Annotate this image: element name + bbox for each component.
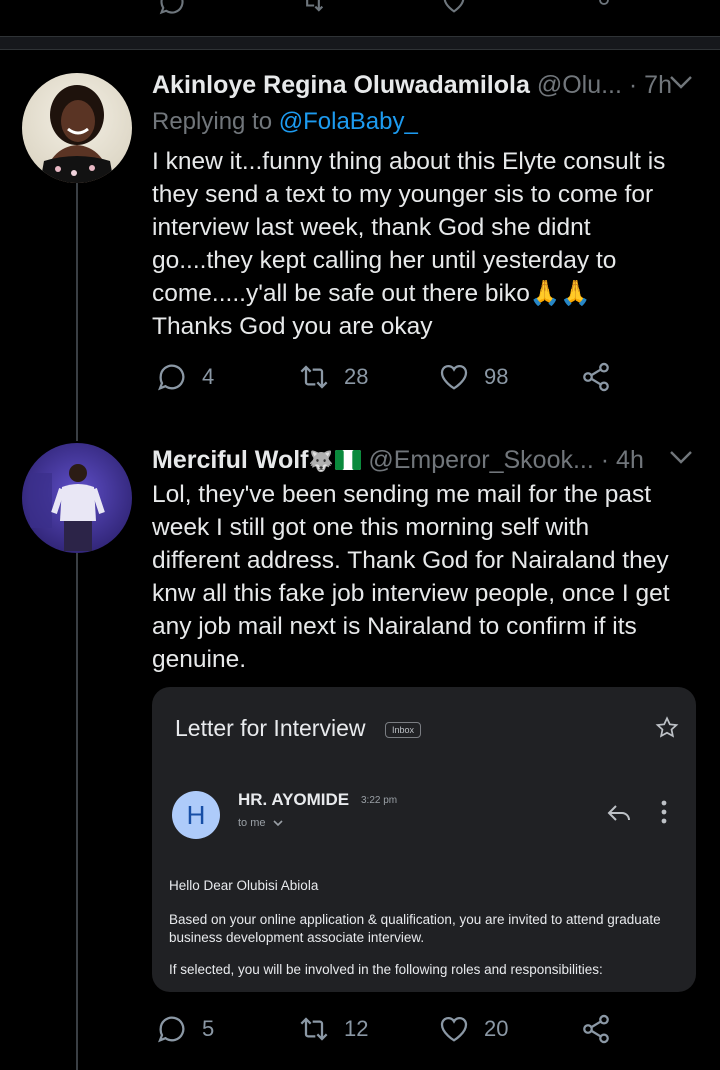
share-icon — [583, 1014, 609, 1044]
like-count: 98 — [484, 364, 509, 389]
inbox-label: Inbox — [385, 722, 422, 738]
tweet-actions: 5 12 20 — [152, 1013, 622, 1053]
reply-button[interactable]: 4 — [156, 361, 214, 393]
share-icon[interactable] — [592, 0, 616, 12]
retweet-count: 12 — [344, 1016, 369, 1041]
replying-prefix: Replying to — [152, 108, 273, 135]
display-name[interactable]: Akinloye Regina Oluwadamilola — [152, 71, 530, 99]
email-time: 3:22 pm — [361, 795, 398, 806]
share-icon — [583, 362, 609, 392]
star-icon — [655, 716, 679, 738]
heart-icon — [440, 365, 468, 390]
heart-icon — [440, 1017, 468, 1042]
reply-arrow-icon — [607, 805, 630, 821]
email-subject: Letter for Interview — [175, 715, 366, 741]
email-paragraph: Based on your online application & quali… — [169, 912, 661, 945]
avatar[interactable] — [22, 443, 132, 553]
retweet-button[interactable]: 28 — [298, 361, 368, 393]
previous-tweet-actions — [0, 0, 720, 36]
tweet-text: I knew it...funny thing about this Elyte… — [152, 148, 666, 340]
timestamp[interactable]: · 7h — [629, 71, 672, 99]
more-vertical-icon — [661, 800, 667, 824]
mention-link[interactable]: @FolaBaby_ — [279, 108, 418, 135]
tweet-actions: 4 28 98 — [152, 361, 622, 401]
to-me-label: to me — [238, 817, 266, 829]
reply-count: 4 — [202, 364, 215, 389]
timestamp[interactable]: · 4h — [601, 446, 644, 474]
like-count: 20 — [484, 1016, 509, 1041]
thread-line — [76, 183, 78, 441]
like-button[interactable]: 98 — [438, 361, 508, 393]
retweet-count: 28 — [344, 364, 369, 389]
email-paragraph: If selected, you will be involved in the… — [169, 962, 603, 977]
replying-to: Replying to @FolaBaby_ — [152, 108, 418, 136]
like-icon[interactable] — [440, 0, 468, 16]
reply-button[interactable]: 5 — [156, 1013, 214, 1045]
tweet-header: Akinloye Regina Oluwadamilola @Olu... · … — [152, 71, 672, 100]
sender-name: HR. AYOMIDE — [238, 790, 350, 809]
chevron-down-icon[interactable] — [668, 72, 694, 98]
chevron-down-icon[interactable] — [668, 447, 694, 473]
tweet-text: Lol, they've been sending me mail for th… — [152, 481, 670, 673]
email-greeting: Hello Dear Olubisi Abiola — [169, 878, 319, 893]
recipient: to me — [238, 817, 284, 829]
retweet-icon — [300, 365, 328, 389]
retweet-icon — [300, 1017, 328, 1041]
chevron-down-icon — [272, 820, 283, 827]
attached-image[interactable]: Letter for Interview Inbox H HR. AYOMIDE… — [152, 687, 696, 992]
nigeria-flag-icon — [335, 450, 362, 470]
tweet-header: Merciful Wolf🐺 @Emperor_Skook... · 4h — [152, 446, 644, 475]
retweet-button[interactable]: 12 — [298, 1013, 368, 1045]
like-button[interactable]: 20 — [438, 1013, 508, 1045]
sender-avatar: H — [172, 791, 220, 839]
retweet-icon[interactable] — [298, 0, 328, 16]
username-handle[interactable]: @Emperor_Skook... — [368, 446, 593, 474]
thread-line — [76, 553, 78, 1070]
avatar[interactable] — [22, 73, 132, 183]
reply-icon[interactable] — [158, 0, 186, 16]
reply-icon — [158, 1016, 185, 1043]
wolf-emoji: 🐺 — [308, 451, 334, 473]
username-handle[interactable]: @Olu... — [537, 71, 622, 99]
section-separator — [0, 36, 720, 50]
display-name[interactable]: Merciful Wolf — [152, 446, 308, 474]
reply-count: 5 — [202, 1016, 215, 1041]
share-button[interactable] — [580, 1013, 626, 1045]
reply-icon — [158, 364, 185, 391]
share-button[interactable] — [580, 361, 626, 393]
